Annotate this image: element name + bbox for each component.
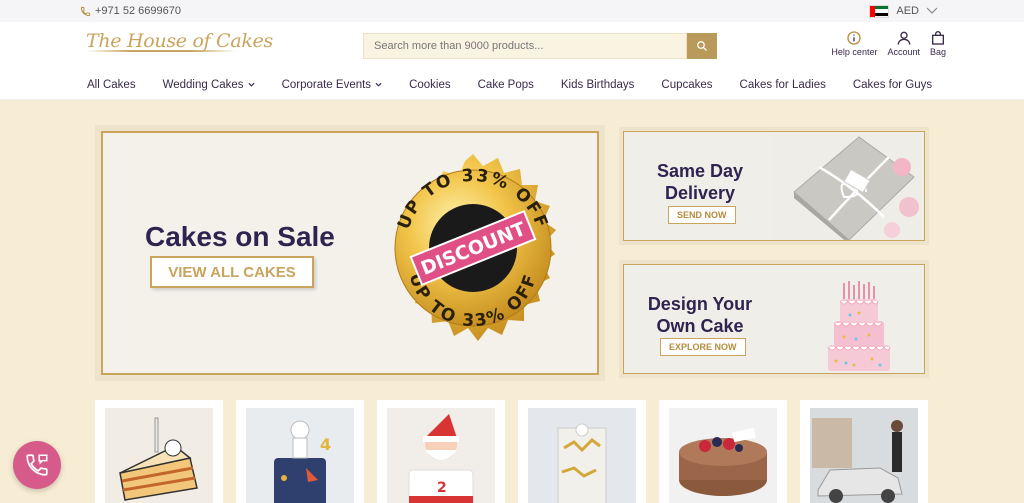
product-image-space-cake: 4 [246, 408, 354, 503]
product-image-santa-cake: 2 [387, 408, 495, 503]
promo-title-line1: Design Your [647, 294, 753, 314]
promo-title-line2: Delivery [664, 183, 736, 203]
same-day-delivery-banner[interactable]: Same Day Delivery SEND NOW [619, 127, 929, 245]
info-icon [847, 31, 862, 45]
product-card[interactable]: 4 [236, 400, 364, 503]
nav-label: Cakes for Guys [852, 78, 933, 91]
promo-title: Design Your Own Cake [624, 293, 776, 337]
send-now-button[interactable]: SEND NOW [668, 206, 736, 224]
nav-item-all-cakes[interactable]: All Cakes [87, 79, 136, 91]
svg-text:2: 2 [437, 480, 447, 496]
product-card[interactable] [95, 400, 223, 503]
product-image-car-cake [810, 408, 918, 503]
promo-title: Same Day Delivery [624, 160, 776, 204]
nav-label: Kids Birthdays [560, 78, 635, 91]
nav-item-corporate-events[interactable]: Corporate Events [282, 79, 383, 91]
product-image-chocolate-berry-cake [669, 408, 777, 503]
uae-flag-icon [869, 4, 890, 18]
bag-icon [931, 31, 944, 45]
product-image-gold-leaf-cake [528, 408, 636, 503]
sale-banner[interactable]: Cakes on Sale VIEW ALL CAKES UP TO 33% O… [95, 125, 605, 381]
design-your-cake-banner[interactable]: Design Your Own Cake EXPLORE NOW [619, 260, 929, 378]
product-card[interactable] [659, 400, 787, 503]
nav-item-cakes-for-guys[interactable]: Cakes for Guys [853, 79, 932, 91]
help-center-button[interactable]: Help center [831, 30, 877, 57]
chat-phone-icon [26, 454, 48, 476]
nav-label: All Cakes [87, 78, 136, 91]
phone-icon [80, 6, 91, 16]
sale-banner-frame: Cakes on Sale VIEW ALL CAKES UP TO 33% O… [101, 131, 599, 375]
search-bar [363, 33, 717, 59]
svg-text:4: 4 [320, 435, 331, 454]
nav-item-cakes-for-ladies[interactable]: Cakes for Ladies [740, 79, 826, 91]
currency-label: AED [896, 5, 919, 17]
nav-label: Corporate Events [281, 78, 372, 91]
chevron-down-icon [926, 7, 938, 14]
sale-banner-title: Cakes on Sale [145, 221, 335, 252]
chat-widget-button[interactable] [13, 441, 61, 489]
nav-label: Cupcakes [661, 78, 713, 91]
product-card[interactable]: 2 [377, 400, 505, 503]
search-icon [697, 41, 707, 51]
discount-seal-badge: UP TO 33% OFF UP TO 33% OFF DISCOUNT [394, 154, 556, 341]
tiered-cake-image [827, 281, 891, 371]
view-all-cakes-button[interactable]: VIEW ALL CAKES [150, 256, 314, 288]
phone-contact[interactable]: +971 52 6699670 [80, 5, 181, 17]
nav-item-kids-birthdays[interactable]: Kids Birthdays [561, 79, 635, 91]
product-card[interactable] [518, 400, 646, 503]
chevron-down-icon [248, 82, 255, 87]
explore-now-button[interactable]: EXPLORE NOW [660, 338, 746, 356]
search-button[interactable] [687, 33, 717, 59]
bag-label: Bag [929, 47, 946, 57]
account-button[interactable]: Account [887, 30, 920, 57]
promo-title-line1: Same Day [656, 161, 744, 181]
nav-item-cookies[interactable]: Cookies [409, 79, 451, 91]
help-center-label: Help center [831, 47, 878, 57]
header-actions: Help center Account Bag [831, 30, 946, 57]
currency-selector[interactable]: AED [869, 4, 938, 18]
nav-item-cake-pops[interactable]: Cake Pops [478, 79, 534, 91]
promo-frame: Same Day Delivery SEND NOW [623, 131, 925, 241]
search-input[interactable] [363, 33, 687, 59]
nav-item-wedding-cakes[interactable]: Wedding Cakes [163, 79, 255, 91]
nav-item-cupcakes[interactable]: Cupcakes [661, 79, 712, 91]
nav-label: Cake Pops [477, 78, 534, 91]
user-icon [897, 31, 911, 45]
phone-number: +971 52 6699670 [95, 5, 181, 17]
site-logo[interactable]: The House of Cakes [86, 30, 273, 52]
promo-frame: Design Your Own Cake EXPLORE NOW [623, 264, 925, 374]
product-card-row: 4 2 [95, 400, 928, 503]
promo-title-line2: Own Cake [656, 316, 744, 336]
nav-label: Wedding Cakes [162, 78, 244, 91]
product-card[interactable] [800, 400, 928, 503]
chevron-down-icon [375, 82, 382, 87]
nav-label: Cookies [409, 78, 451, 91]
logo-text: The House of Cakes [86, 30, 273, 52]
nav-label: Cakes for Ladies [739, 78, 826, 91]
product-image-birthday-cake [105, 408, 213, 503]
gift-box-image [774, 132, 924, 240]
main-nav: All Cakes Wedding Cakes Corporate Events… [0, 70, 1024, 100]
site-header: The House of Cakes Help center Account B… [0, 22, 1024, 70]
top-bar: +971 52 6699670 AED [0, 0, 1024, 22]
bag-button[interactable]: Bag [930, 30, 946, 57]
account-label: Account [887, 47, 920, 57]
